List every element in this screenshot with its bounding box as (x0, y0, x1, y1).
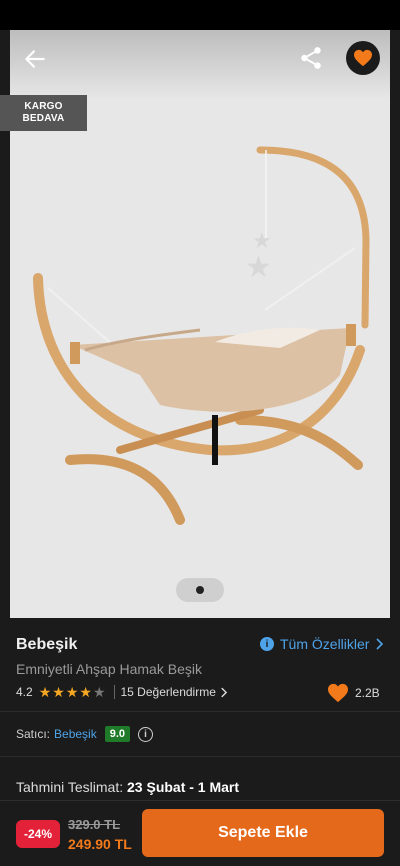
svg-text:★: ★ (245, 250, 272, 285)
share-icon[interactable] (298, 45, 324, 71)
all-specs-link[interactable]: i Tüm Özellikler (260, 636, 384, 652)
estimated-delivery: Tahmini Teslimat: 23 Şubat - 1 Mart (16, 779, 239, 795)
image-pager[interactable] (176, 578, 224, 602)
divider (0, 756, 400, 757)
discount-badge: -24% (16, 820, 60, 848)
gallery-top-gradient (10, 30, 390, 100)
badge-line-2: BEDAVA (22, 113, 65, 124)
product-image: ★ ★ (33, 146, 370, 525)
rating-stars: ★ ★ ★ ★ ★ (39, 685, 106, 699)
heart-icon (354, 49, 372, 67)
reviews-count: 15 Değerlendirme (120, 685, 216, 699)
info-icon: i (260, 637, 274, 651)
old-price: 329.0 TL (68, 817, 121, 832)
chevron-right-icon (221, 687, 227, 697)
seller-label: Satıcı: (16, 727, 51, 741)
seller-row[interactable]: Satıcı: Bebeşik 9.0 i (16, 726, 154, 742)
star-empty-icon: ★ (92, 684, 106, 700)
star-icon: ★ (65, 684, 79, 700)
seller-score-badge: 9.0 (104, 726, 131, 742)
arrow-left-icon[interactable] (22, 46, 48, 72)
product-name: Emniyetli Ahşap Hamak Beşik (16, 661, 202, 677)
delivery-label: Tahmini Teslimat: (16, 779, 124, 795)
add-to-cart-button[interactable]: Sepete Ekle (142, 809, 384, 857)
favorites-count[interactable]: 2.2B (327, 683, 380, 703)
delivery-date: 23 Şubat - 1 Mart (127, 779, 240, 795)
product-brand[interactable]: Bebeşik (16, 636, 77, 654)
rating-score: 4.2 (16, 685, 33, 699)
all-specs-label: Tüm Özellikler (280, 636, 370, 652)
status-bar (0, 0, 400, 30)
seller-name-link[interactable]: Bebeşik (54, 727, 97, 741)
heart-icon (328, 683, 348, 703)
favorites-value: 2.2B (355, 686, 380, 700)
chevron-right-icon (376, 638, 384, 650)
rating-row[interactable]: 4.2 ★ ★ ★ ★ ★ 15 Değerlendirme (16, 685, 227, 699)
free-shipping-badge: KARGO BEDAVA (0, 95, 87, 131)
badge-line-1: KARGO (24, 101, 63, 112)
divider (0, 711, 400, 712)
star-icon: ★ (52, 684, 65, 700)
info-icon[interactable]: i (138, 726, 154, 742)
rating-separator (113, 685, 115, 699)
current-price: 249.90 TL (68, 836, 132, 852)
reviews-link[interactable]: 15 Değerlendirme (121, 685, 227, 699)
star-icon: ★ (38, 684, 52, 700)
favorite-button[interactable] (346, 41, 380, 75)
pager-dot-active (196, 586, 204, 594)
star-icon: ★ (79, 684, 92, 700)
